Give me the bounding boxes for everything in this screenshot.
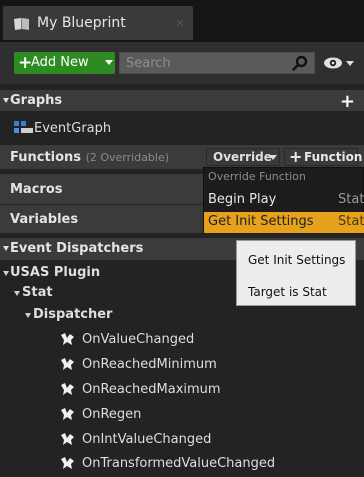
tree-item-event[interactable]: OnReachedMinimum xyxy=(0,354,364,376)
collapse-arrow-icon xyxy=(25,313,31,318)
tree-item-label: USAS Plugin xyxy=(10,265,101,280)
collapse-arrow-icon xyxy=(3,246,9,251)
section-graphs[interactable]: Graphs + xyxy=(0,90,364,111)
menu-item-target: Stat xyxy=(338,214,364,229)
collapse-arrow-icon xyxy=(3,98,9,103)
tooltip-title: Get Init Settings xyxy=(248,253,346,267)
toolbar: + Add New xyxy=(0,42,364,84)
tooltip: Get Init Settings Target is Stat xyxy=(236,240,356,306)
tree-item-label: OnRegen xyxy=(82,407,142,422)
section-label: Event Dispatchers xyxy=(10,241,144,256)
overridable-count: (2 Overridable) xyxy=(85,151,170,164)
menu-heading: Override Function xyxy=(208,170,306,183)
event-dispatcher-icon xyxy=(61,408,74,420)
section-label: Functions xyxy=(10,150,82,165)
tree-item-eventgraph[interactable]: EventGraph xyxy=(0,118,364,140)
tooltip-target: Target is Stat xyxy=(248,285,327,299)
tree-item-label: OnIntValueChanged xyxy=(82,432,212,447)
tree-item-event[interactable]: OnReachedMaximum xyxy=(0,379,364,401)
tree-item-event[interactable]: OnValueChanged xyxy=(0,329,364,351)
menu-item-label: Get Init Settings xyxy=(208,214,314,229)
plus-icon: + xyxy=(289,147,303,166)
menu-item-begin-play[interactable]: Begin Play Stat xyxy=(204,190,364,211)
blueprint-icon xyxy=(14,18,29,30)
override-function-menu: Override Function Begin Play Stat Get In… xyxy=(203,167,364,233)
chevron-down-icon xyxy=(269,155,277,160)
tree-item-label: OnTransformedValueChanged xyxy=(82,456,276,471)
event-dispatcher-icon xyxy=(61,333,74,345)
section-label: Graphs xyxy=(10,93,63,108)
tree-item-label: EventGraph xyxy=(34,121,112,136)
tree-item-dispatcher[interactable]: Dispatcher xyxy=(0,306,364,326)
event-dispatcher-icon xyxy=(61,433,74,445)
add-new-button[interactable]: + Add New xyxy=(14,52,115,74)
add-function-button[interactable]: + Function xyxy=(284,147,362,166)
collapse-arrow-icon xyxy=(14,291,20,296)
menu-item-target: Stat xyxy=(338,192,364,207)
event-dispatcher-icon xyxy=(61,383,74,395)
menu-item-label: Begin Play xyxy=(208,192,277,207)
visibility-icon[interactable] xyxy=(323,57,343,69)
close-icon[interactable]: × xyxy=(175,16,185,30)
tree-item-label: OnValueChanged xyxy=(82,332,195,347)
section-label: Macros xyxy=(10,182,63,197)
tree-item-label: Stat xyxy=(22,285,53,300)
tree-item-label: OnReachedMaximum xyxy=(82,382,221,397)
chevron-down-icon[interactable] xyxy=(346,61,354,66)
event-dispatcher-icon xyxy=(61,457,74,469)
tree-item-label: OnReachedMinimum xyxy=(82,357,217,372)
event-graph-icon xyxy=(14,121,33,133)
event-dispatcher-icon xyxy=(61,358,74,370)
section-label: Variables xyxy=(10,212,79,227)
search-icon[interactable] xyxy=(292,55,308,71)
menu-item-get-init-settings[interactable]: Get Init Settings Stat xyxy=(204,212,364,233)
tree-item-event[interactable]: OnRegen xyxy=(0,404,364,426)
collapse-arrow-icon xyxy=(3,271,9,276)
add-function-label: Function xyxy=(304,150,363,164)
chevron-down-icon xyxy=(105,60,113,65)
override-label: Override xyxy=(213,150,272,164)
tab-strip: My Blueprint × xyxy=(0,0,364,42)
override-dropdown-button[interactable]: Override xyxy=(206,148,280,166)
tab-title: My Blueprint xyxy=(37,15,126,31)
search-input[interactable] xyxy=(119,52,315,74)
add-graph-icon[interactable]: + xyxy=(340,93,355,111)
tree-item-event[interactable]: OnIntValueChanged xyxy=(0,429,364,451)
tab-my-blueprint[interactable]: My Blueprint × xyxy=(3,6,193,40)
add-new-label: Add New xyxy=(31,55,89,70)
tree-item-label: Dispatcher xyxy=(33,307,113,322)
tree-item-event[interactable]: OnTransformedValueChanged xyxy=(0,453,364,475)
